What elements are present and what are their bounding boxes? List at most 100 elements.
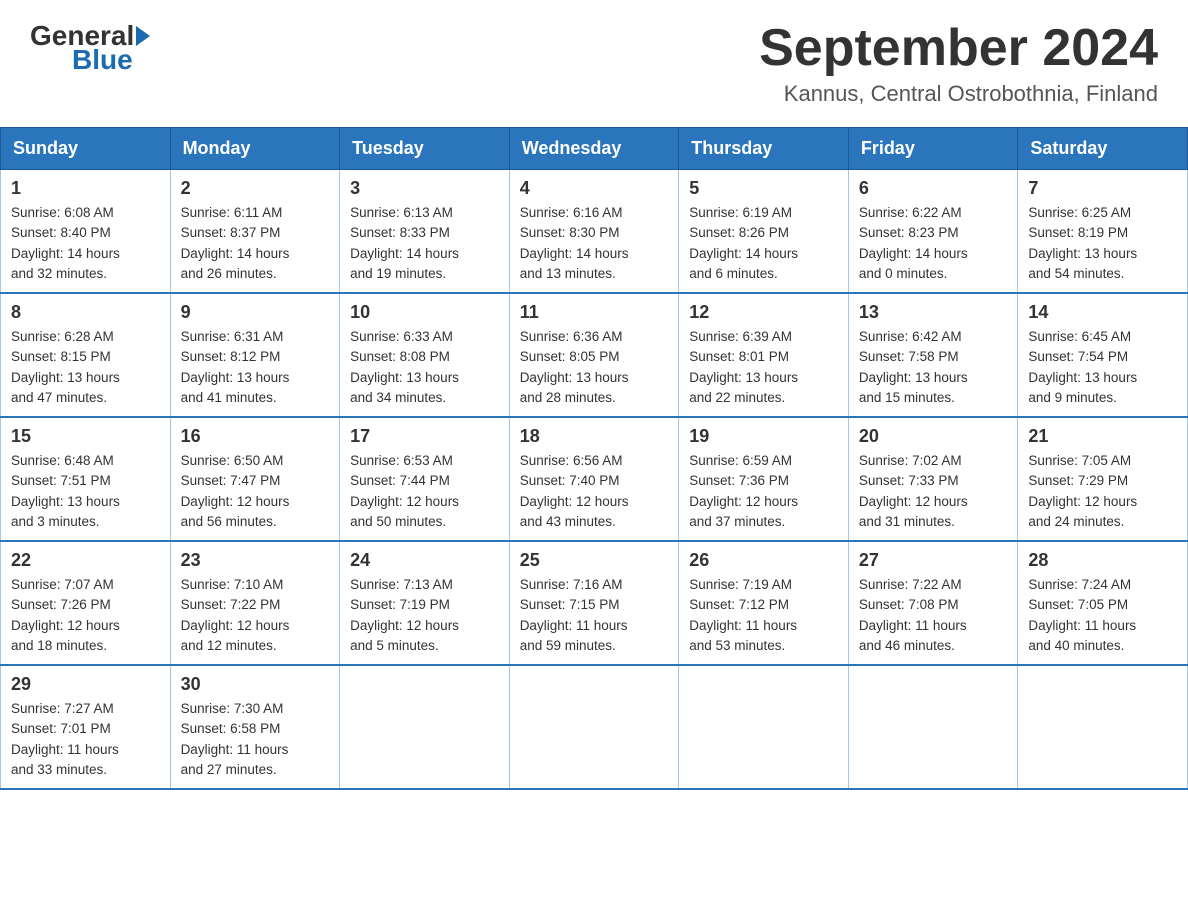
day-number: 5 (689, 178, 838, 199)
day-info: Sunrise: 6:13 AM Sunset: 8:33 PM Dayligh… (350, 203, 499, 284)
calendar-cell: 12 Sunrise: 6:39 AM Sunset: 8:01 PM Dayli… (679, 293, 849, 417)
calendar-cell: 11 Sunrise: 6:36 AM Sunset: 8:05 PM Dayli… (509, 293, 679, 417)
day-info: Sunrise: 6:25 AM Sunset: 8:19 PM Dayligh… (1028, 203, 1177, 284)
calendar-cell: 9 Sunrise: 6:31 AM Sunset: 8:12 PM Daylig… (170, 293, 340, 417)
day-number: 19 (689, 426, 838, 447)
calendar-header-saturday: Saturday (1018, 128, 1188, 170)
calendar-cell: 4 Sunrise: 6:16 AM Sunset: 8:30 PM Daylig… (509, 170, 679, 294)
calendar-cell: 5Sunrise: 6:19 AM Sunset: 8:26 PM Daylig… (679, 170, 849, 294)
day-number: 20 (859, 426, 1008, 447)
calendar-cell (340, 665, 510, 789)
day-number: 26 (689, 550, 838, 571)
day-info: Sunrise: 7:10 AM Sunset: 7:22 PM Dayligh… (181, 575, 330, 656)
day-info: Sunrise: 6:16 AM Sunset: 8:30 PM Dayligh… (520, 203, 669, 284)
day-number: 14 (1028, 302, 1177, 323)
calendar-cell (848, 665, 1018, 789)
logo-blue-text: Blue (72, 44, 133, 76)
day-number: 8 (11, 302, 160, 323)
day-info: Sunrise: 6:56 AM Sunset: 7:40 PM Dayligh… (520, 451, 669, 532)
day-info: Sunrise: 6:33 AM Sunset: 8:08 PM Dayligh… (350, 327, 499, 408)
calendar-week-1: 1Sunrise: 6:08 AM Sunset: 8:40 PM Daylig… (1, 170, 1188, 294)
day-number: 18 (520, 426, 669, 447)
calendar-cell: 6Sunrise: 6:22 AM Sunset: 8:23 PM Daylig… (848, 170, 1018, 294)
calendar-cell: 2Sunrise: 6:11 AM Sunset: 8:37 PM Daylig… (170, 170, 340, 294)
calendar-cell: 22 Sunrise: 7:07 AM Sunset: 7:26 PM Dayli… (1, 541, 171, 665)
logo: General Blue (30, 20, 152, 76)
month-title: September 2024 (759, 20, 1158, 77)
day-info: Sunrise: 6:36 AM Sunset: 8:05 PM Dayligh… (520, 327, 669, 408)
day-number: 3 (350, 178, 499, 199)
title-section: September 2024 Kannus, Central Ostroboth… (759, 20, 1158, 107)
calendar-cell (679, 665, 849, 789)
day-number: 7 (1028, 178, 1177, 199)
calendar-table: SundayMondayTuesdayWednesdayThursdayFrid… (0, 127, 1188, 790)
calendar-week-3: 15 Sunrise: 6:48 AM Sunset: 7:51 PM Dayli… (1, 417, 1188, 541)
calendar-cell: 17Sunrise: 6:53 AM Sunset: 7:44 PM Dayli… (340, 417, 510, 541)
day-number: 21 (1028, 426, 1177, 447)
calendar-week-5: 29Sunrise: 7:27 AM Sunset: 7:01 PM Dayli… (1, 665, 1188, 789)
day-info: Sunrise: 7:24 AM Sunset: 7:05 PM Dayligh… (1028, 575, 1177, 656)
day-number: 17 (350, 426, 499, 447)
day-number: 12 (689, 302, 838, 323)
calendar-header-wednesday: Wednesday (509, 128, 679, 170)
day-info: Sunrise: 7:16 AM Sunset: 7:15 PM Dayligh… (520, 575, 669, 656)
day-info: Sunrise: 7:02 AM Sunset: 7:33 PM Dayligh… (859, 451, 1008, 532)
calendar-cell: 28 Sunrise: 7:24 AM Sunset: 7:05 PM Dayli… (1018, 541, 1188, 665)
day-info: Sunrise: 6:28 AM Sunset: 8:15 PM Dayligh… (11, 327, 160, 408)
calendar-header-monday: Monday (170, 128, 340, 170)
calendar-cell: 30Sunrise: 7:30 AM Sunset: 6:58 PM Dayli… (170, 665, 340, 789)
calendar-cell: 16 Sunrise: 6:50 AM Sunset: 7:47 PM Dayli… (170, 417, 340, 541)
day-number: 29 (11, 674, 160, 695)
calendar-header-sunday: Sunday (1, 128, 171, 170)
day-number: 23 (181, 550, 330, 571)
calendar-week-2: 8 Sunrise: 6:28 AM Sunset: 8:15 PM Daylig… (1, 293, 1188, 417)
calendar-cell: 8 Sunrise: 6:28 AM Sunset: 8:15 PM Daylig… (1, 293, 171, 417)
calendar-cell: 23 Sunrise: 7:10 AM Sunset: 7:22 PM Dayli… (170, 541, 340, 665)
day-info: Sunrise: 7:07 AM Sunset: 7:26 PM Dayligh… (11, 575, 160, 656)
location: Kannus, Central Ostrobothnia, Finland (759, 81, 1158, 107)
day-info: Sunrise: 6:50 AM Sunset: 7:47 PM Dayligh… (181, 451, 330, 532)
calendar-week-4: 22 Sunrise: 7:07 AM Sunset: 7:26 PM Dayli… (1, 541, 1188, 665)
day-info: Sunrise: 6:39 AM Sunset: 8:01 PM Dayligh… (689, 327, 838, 408)
page-header: General Blue September 2024 Kannus, Cent… (0, 0, 1188, 117)
day-info: Sunrise: 7:05 AM Sunset: 7:29 PM Dayligh… (1028, 451, 1177, 532)
day-info: Sunrise: 6:45 AM Sunset: 7:54 PM Dayligh… (1028, 327, 1177, 408)
logo-arrow-icon (136, 26, 150, 46)
calendar-cell: 27 Sunrise: 7:22 AM Sunset: 7:08 PM Dayli… (848, 541, 1018, 665)
day-number: 13 (859, 302, 1008, 323)
day-info: Sunrise: 7:19 AM Sunset: 7:12 PM Dayligh… (689, 575, 838, 656)
calendar-cell: 26 Sunrise: 7:19 AM Sunset: 7:12 PM Dayli… (679, 541, 849, 665)
day-info: Sunrise: 6:48 AM Sunset: 7:51 PM Dayligh… (11, 451, 160, 532)
calendar-header-tuesday: Tuesday (340, 128, 510, 170)
day-number: 15 (11, 426, 160, 447)
calendar-body: 1Sunrise: 6:08 AM Sunset: 8:40 PM Daylig… (1, 170, 1188, 790)
calendar-header-thursday: Thursday (679, 128, 849, 170)
calendar-cell: 18 Sunrise: 6:56 AM Sunset: 7:40 PM Dayli… (509, 417, 679, 541)
day-info: Sunrise: 6:11 AM Sunset: 8:37 PM Dayligh… (181, 203, 330, 284)
day-number: 22 (11, 550, 160, 571)
day-info: Sunrise: 7:22 AM Sunset: 7:08 PM Dayligh… (859, 575, 1008, 656)
day-number: 27 (859, 550, 1008, 571)
calendar-cell (509, 665, 679, 789)
day-number: 24 (350, 550, 499, 571)
calendar-cell: 24 Sunrise: 7:13 AM Sunset: 7:19 PM Dayli… (340, 541, 510, 665)
day-number: 28 (1028, 550, 1177, 571)
calendar-cell: 21 Sunrise: 7:05 AM Sunset: 7:29 PM Dayli… (1018, 417, 1188, 541)
day-number: 11 (520, 302, 669, 323)
day-number: 10 (350, 302, 499, 323)
calendar-cell: 10 Sunrise: 6:33 AM Sunset: 8:08 PM Dayli… (340, 293, 510, 417)
day-number: 4 (520, 178, 669, 199)
calendar-cell: 19Sunrise: 6:59 AM Sunset: 7:36 PM Dayli… (679, 417, 849, 541)
day-info: Sunrise: 6:31 AM Sunset: 8:12 PM Dayligh… (181, 327, 330, 408)
day-info: Sunrise: 6:42 AM Sunset: 7:58 PM Dayligh… (859, 327, 1008, 408)
day-number: 25 (520, 550, 669, 571)
day-info: Sunrise: 7:13 AM Sunset: 7:19 PM Dayligh… (350, 575, 499, 656)
calendar-cell: 29Sunrise: 7:27 AM Sunset: 7:01 PM Dayli… (1, 665, 171, 789)
calendar-cell: 1Sunrise: 6:08 AM Sunset: 8:40 PM Daylig… (1, 170, 171, 294)
day-info: Sunrise: 7:30 AM Sunset: 6:58 PM Dayligh… (181, 699, 330, 780)
calendar-header: SundayMondayTuesdayWednesdayThursdayFrid… (1, 128, 1188, 170)
calendar-cell: 25 Sunrise: 7:16 AM Sunset: 7:15 PM Dayli… (509, 541, 679, 665)
calendar-cell: 13 Sunrise: 6:42 AM Sunset: 7:58 PM Dayli… (848, 293, 1018, 417)
day-number: 16 (181, 426, 330, 447)
day-number: 9 (181, 302, 330, 323)
